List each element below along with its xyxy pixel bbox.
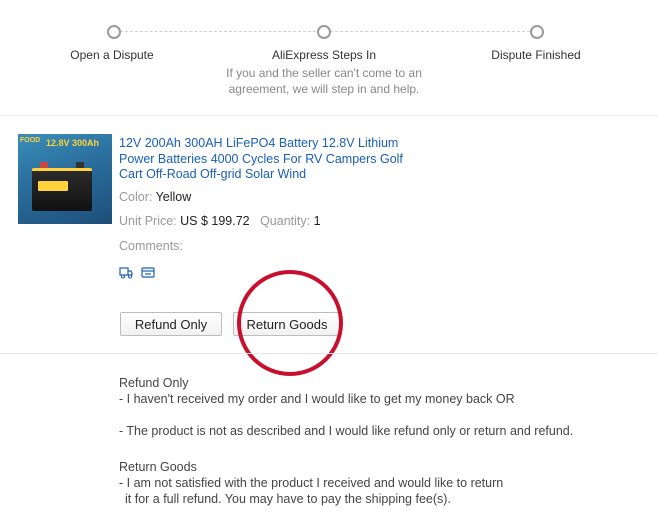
color-label: Color:	[119, 190, 153, 204]
step-connector	[330, 31, 530, 32]
product-title-link[interactable]: 12V 200Ah 300AH LiFePO4 Battery 12.8V Li…	[119, 136, 419, 183]
step-dot-open-dispute	[107, 25, 121, 39]
thumbnail-brand-text: FOOD	[20, 137, 41, 144]
battery-image	[32, 168, 92, 211]
refund-only-line: - The product is not as described and I …	[119, 424, 574, 438]
refund-only-explanation: Refund Only - I haven't received my orde…	[119, 375, 573, 439]
product-comments: Comments:	[119, 239, 183, 253]
step-dot-aliexpress-steps-in	[317, 25, 331, 39]
refund-only-button[interactable]: Refund Only	[120, 312, 222, 336]
step-dot-dispute-finished	[530, 25, 544, 39]
return-goods-explanation: Return Goods - I am not satisfied with t…	[119, 459, 503, 507]
color-value: Yellow	[155, 190, 192, 204]
return-goods-line: it for a full refund. You may have to pa…	[125, 492, 451, 506]
section-divider	[0, 115, 658, 116]
step-label-dispute-finished: Dispute Finished	[491, 48, 581, 62]
thumbnail-spec-text: 12.8V 300Ah	[46, 138, 100, 148]
return-goods-heading: Return Goods	[119, 460, 197, 474]
shipping-truck-icon[interactable]	[119, 266, 133, 279]
product-thumbnail[interactable]: FOOD 12.8V 300Ah	[18, 134, 112, 224]
step-connector	[120, 31, 316, 32]
order-card-icon[interactable]	[141, 266, 155, 279]
quantity-label: Quantity:	[260, 214, 311, 228]
unit-price-value: US $ 199.72	[180, 214, 250, 228]
unit-price-label: Unit Price:	[119, 214, 177, 228]
product-price-quantity: Unit Price: US $ 199.72 Quantity: 1	[119, 214, 321, 228]
return-goods-line: - I am not satisfied with the product I …	[119, 476, 504, 490]
product-color: Color: Yellow	[119, 190, 191, 204]
step-description: If you and the seller can't come to an a…	[214, 65, 434, 97]
step-description-line: If you and the seller can't come to an	[226, 66, 422, 80]
refund-only-line: - I haven't received my order and I woul…	[119, 392, 515, 406]
step-label-open-dispute: Open a Dispute	[70, 48, 154, 62]
section-divider	[0, 353, 658, 354]
comments-label: Comments:	[119, 239, 183, 253]
product-action-icons	[119, 266, 155, 279]
highlight-circle-annotation	[237, 270, 343, 376]
step-label-aliexpress-steps-in: AliExpress Steps In	[271, 48, 377, 62]
dispute-progress-steps: Open a Dispute AliExpress Steps In If yo…	[0, 0, 658, 112]
quantity-value: 1	[313, 214, 321, 228]
step-description-line: agreement, we will step in and help.	[228, 82, 420, 96]
refund-only-heading: Refund Only	[119, 376, 189, 390]
